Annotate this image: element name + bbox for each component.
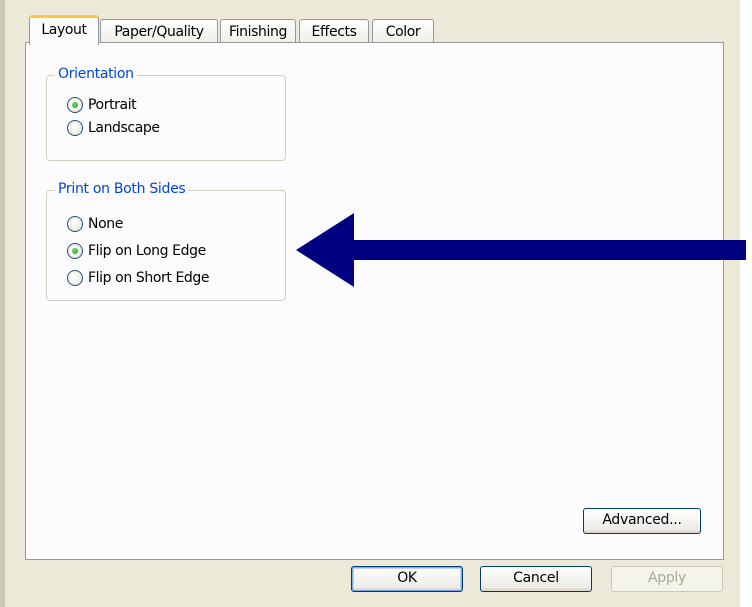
layout-tab-page: Orientation Portrait Landscape Print on … — [25, 42, 724, 560]
radio-button-icon[interactable] — [67, 270, 83, 286]
radio-flip-long-edge-label[interactable]: Flip on Long Edge — [88, 242, 206, 260]
arrow-shape — [296, 213, 746, 287]
printer-properties-dialog: Layout Paper/Quality Finishing Effects C… — [0, 0, 740, 607]
print-on-both-sides-legend: Print on Both Sides — [55, 181, 189, 197]
radio-flip-short-edge-label[interactable]: Flip on Short Edge — [88, 269, 210, 287]
radio-selected-dot-icon — [72, 248, 78, 254]
print-on-both-sides-group: Print on Both Sides None Flip on Long Ed… — [46, 181, 286, 301]
ok-button[interactable]: OK — [351, 566, 463, 592]
orientation-group: Orientation Portrait Landscape — [46, 66, 286, 161]
cancel-button[interactable]: Cancel — [480, 566, 592, 592]
radio-landscape-label[interactable]: Landscape — [88, 119, 160, 137]
radio-button-icon[interactable] — [67, 97, 83, 113]
radio-none-label[interactable]: None — [88, 215, 123, 233]
radio-button-icon[interactable] — [67, 216, 83, 232]
radio-button-icon[interactable] — [67, 120, 83, 136]
orientation-legend: Orientation — [55, 66, 137, 82]
radio-button-icon[interactable] — [67, 243, 83, 259]
radio-selected-dot-icon — [72, 102, 78, 108]
tab-layout[interactable]: Layout — [29, 15, 99, 45]
radio-portrait-label[interactable]: Portrait — [88, 96, 137, 114]
advanced-button[interactable]: Advanced... — [583, 508, 701, 534]
apply-button[interactable]: Apply — [611, 566, 723, 592]
annotation-arrow-icon — [296, 213, 746, 287]
